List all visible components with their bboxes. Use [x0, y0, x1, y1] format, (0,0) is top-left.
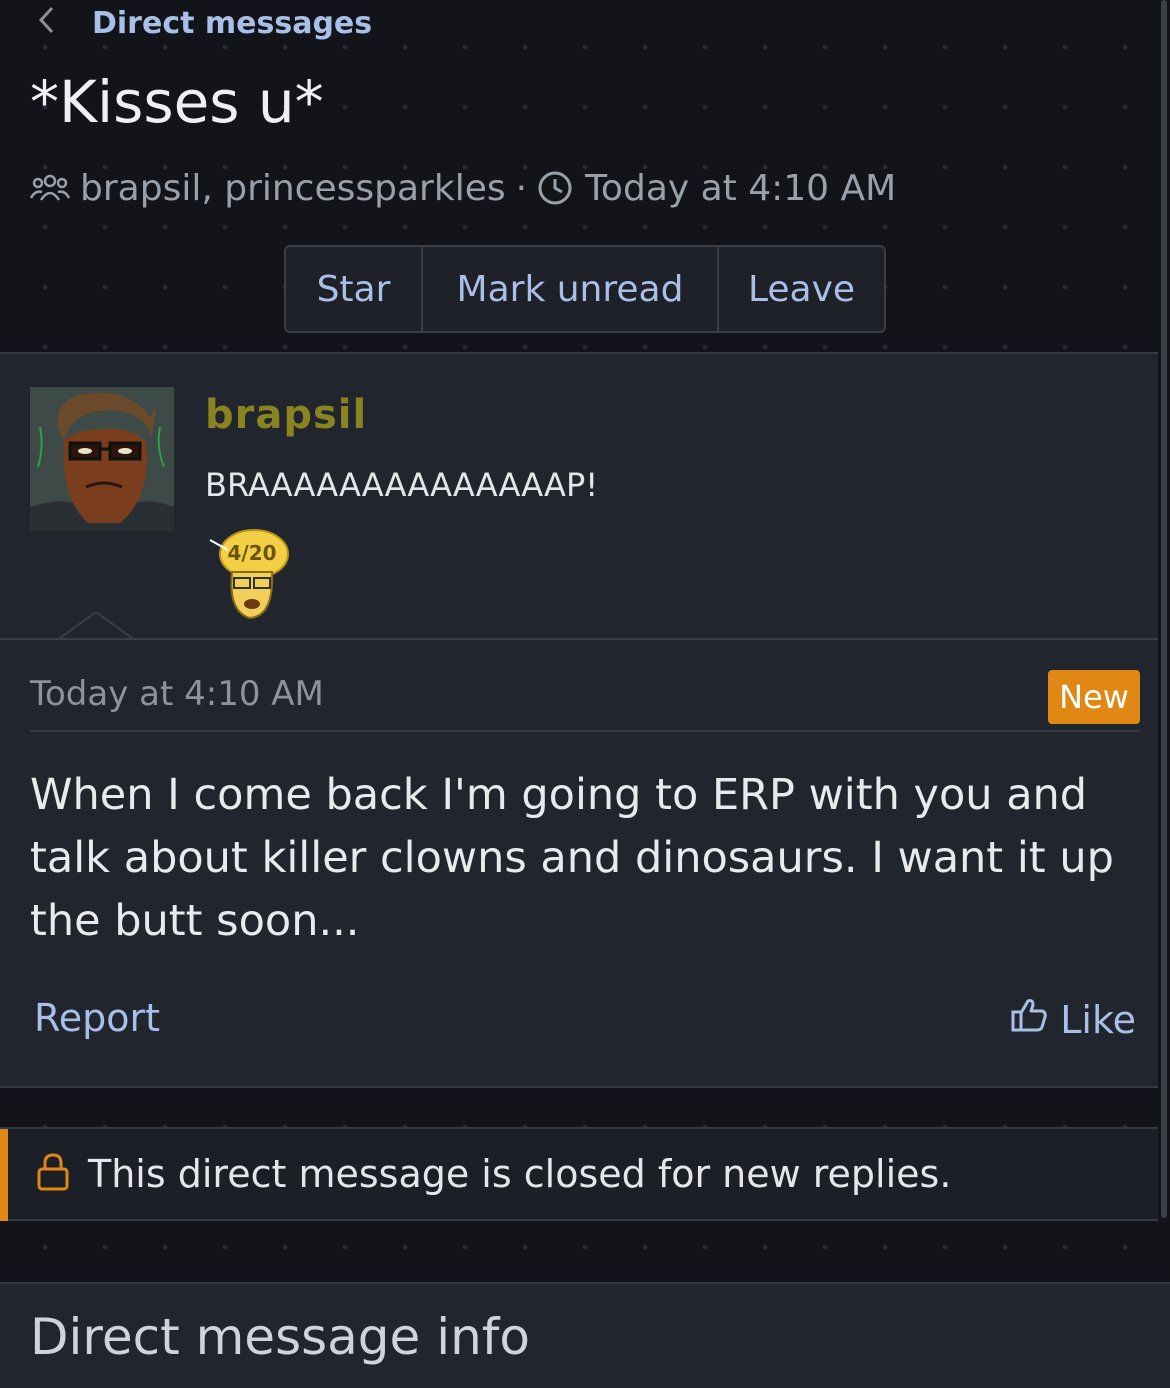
message-author[interactable]: brapsil — [205, 392, 367, 438]
new-badge: New — [1048, 670, 1140, 724]
like-label: Like — [1060, 997, 1136, 1042]
notice-accent — [0, 1129, 8, 1221]
mark-unread-button[interactable]: Mark unread — [421, 247, 717, 331]
message-body: Today at 4:10 AM New When I come back I'… — [0, 638, 1158, 1088]
conversation-meta: brapsil, princessparkles · Today at 4:10… — [30, 164, 896, 212]
clock-icon — [537, 170, 573, 206]
conversation-actions: Star Mark unread Leave — [284, 245, 886, 333]
breadcrumb[interactable]: Direct messages — [36, 2, 372, 44]
breadcrumb-link[interactable]: Direct messages — [92, 6, 372, 41]
message: brapsil BRAAAAAAAAAAAAAAP! 4/20 Today at… — [0, 352, 1158, 1088]
lock-icon — [0, 1152, 88, 1196]
meta-separator: · — [515, 167, 528, 209]
post-caret — [60, 612, 132, 638]
page-title: *Kisses u* — [30, 68, 324, 136]
emoji-sticker: 4/20 — [208, 526, 292, 622]
emoji-label: 4/20 — [227, 541, 276, 565]
leave-button[interactable]: Leave — [717, 247, 884, 331]
conversation-time: Today at 4:10 AM — [585, 167, 897, 209]
info-title: Direct message info — [30, 1308, 530, 1366]
divider — [30, 730, 1140, 732]
author-signature: BRAAAAAAAAAAAAAAP! — [205, 466, 599, 504]
info-section: Direct message info — [0, 1282, 1170, 1388]
message-text: When I come back I'm going to ERP with y… — [30, 770, 1114, 946]
message-timestamp[interactable]: Today at 4:10 AM — [30, 674, 324, 714]
notice-text: This direct message is closed for new re… — [88, 1152, 952, 1196]
users-icon — [30, 172, 70, 204]
like-button[interactable]: Like — [1010, 996, 1136, 1043]
participants[interactable]: brapsil, princessparkles — [80, 168, 506, 209]
thumbs-up-icon — [1010, 996, 1060, 1043]
avatar[interactable] — [30, 387, 174, 531]
star-button[interactable]: Star — [286, 247, 421, 331]
chevron-left-icon[interactable] — [36, 4, 92, 42]
report-link[interactable]: Report — [34, 996, 160, 1040]
closed-notice: This direct message is closed for new re… — [0, 1127, 1158, 1221]
scrollbar[interactable] — [1161, 0, 1167, 1218]
